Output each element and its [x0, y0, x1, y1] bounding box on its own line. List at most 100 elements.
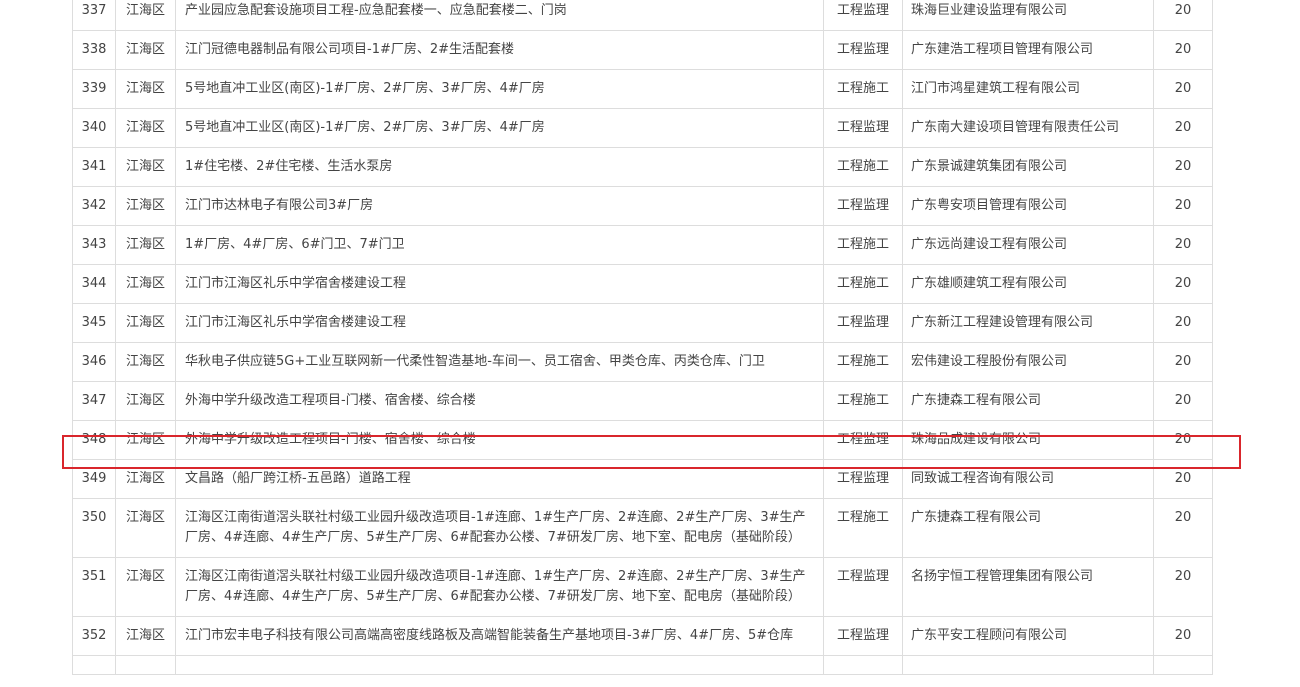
table-row: 352 江海区 江门市宏丰电子科技有限公司高端高密度线路板及高端智能装备生产基地…: [72, 616, 1213, 656]
project-type-cell: 工程监理: [823, 30, 903, 70]
table-row: 340 江海区 5号地直冲工业区(南区)-1#厂房、2#厂房、3#厂房、4#厂房…: [72, 108, 1213, 148]
row-number-cell: 348: [72, 420, 116, 460]
table-row: 348 江海区 外海中学升级改造工程项目-门楼、宿舍楼、综合楼 工程监理 珠海品…: [72, 420, 1213, 460]
project-type-cell: 工程施工: [823, 498, 903, 558]
project-name-cell: 华秋电子供应链5G+工业互联网新一代柔性智造基地-车间一、员工宿舍、甲类仓库、丙…: [175, 342, 824, 382]
project-type-cell: 工程施工: [823, 147, 903, 187]
company-cell: 珠海巨业建设监理有限公司: [902, 0, 1154, 31]
table-row: [72, 655, 1213, 675]
table-row: 341 江海区 1#住宅楼、2#住宅楼、生活水泵房 工程施工 广东景诚建筑集团有…: [72, 147, 1213, 187]
district-cell: 江海区: [115, 420, 176, 460]
row-number-cell: 352: [72, 616, 116, 656]
district-cell: 江海区: [115, 342, 176, 382]
project-name-cell: 江门冠德电器制品有限公司项目-1#厂房、2#生活配套楼: [175, 30, 824, 70]
company-cell: 江门市鸿星建筑工程有限公司: [902, 69, 1154, 109]
score-cell: 20: [1153, 147, 1213, 187]
company-cell: 广东景诚建筑集团有限公司: [902, 147, 1154, 187]
row-number-cell: 340: [72, 108, 116, 148]
project-type-cell: 工程施工: [823, 69, 903, 109]
row-number-cell: 342: [72, 186, 116, 226]
score-cell: 20: [1153, 420, 1213, 460]
project-name-cell: 江门市宏丰电子科技有限公司高端高密度线路板及高端智能装备生产基地项目-3#厂房、…: [175, 616, 824, 656]
score-cell: 20: [1153, 264, 1213, 304]
table-row: 350 江海区 江海区江南街道滘头联社村级工业园升级改造项目-1#连廊、1#生产…: [72, 498, 1213, 558]
district-cell: 江海区: [115, 498, 176, 558]
score-cell: 20: [1153, 557, 1213, 617]
results-table: 337 江海区 产业园应急配套设施项目工程-应急配套楼一、应急配套楼二、门岗 工…: [72, 0, 1213, 675]
project-type-cell: 工程施工: [823, 264, 903, 304]
score-cell: 20: [1153, 498, 1213, 558]
row-number-cell: 339: [72, 69, 116, 109]
row-number-cell: 349: [72, 459, 116, 499]
table-row: 344 江海区 江门市江海区礼乐中学宿舍楼建设工程 工程施工 广东雄顺建筑工程有…: [72, 264, 1213, 304]
score-cell: 20: [1153, 459, 1213, 499]
company-cell: 广东远尚建设工程有限公司: [902, 225, 1154, 265]
district-cell: 江海区: [115, 225, 176, 265]
table-row: 346 江海区 华秋电子供应链5G+工业互联网新一代柔性智造基地-车间一、员工宿…: [72, 342, 1213, 382]
project-type-cell: 工程施工: [823, 225, 903, 265]
score-cell: 20: [1153, 381, 1213, 421]
district-cell: 江海区: [115, 186, 176, 226]
district-cell: 江海区: [115, 69, 176, 109]
district-cell: 江海区: [115, 0, 176, 31]
district-cell: 江海区: [115, 147, 176, 187]
district-cell: 江海区: [115, 303, 176, 343]
project-name-cell: 江海区江南街道滘头联社村级工业园升级改造项目-1#连廊、1#生产厂房、2#连廊、…: [175, 557, 824, 617]
project-type-cell: 工程施工: [823, 381, 903, 421]
row-number-cell: 346: [72, 342, 116, 382]
district-cell: [115, 655, 176, 675]
company-cell: 广东粤安项目管理有限公司: [902, 186, 1154, 226]
project-name-cell: 外海中学升级改造工程项目-门楼、宿舍楼、综合楼: [175, 420, 824, 460]
row-number-cell: 350: [72, 498, 116, 558]
score-cell: 20: [1153, 108, 1213, 148]
project-name-cell: 1#住宅楼、2#住宅楼、生活水泵房: [175, 147, 824, 187]
company-cell: 广东平安工程顾问有限公司: [902, 616, 1154, 656]
company-cell: 同致诚工程咨询有限公司: [902, 459, 1154, 499]
company-cell: [902, 655, 1154, 675]
table-body: 337 江海区 产业园应急配套设施项目工程-应急配套楼一、应急配套楼二、门岗 工…: [72, 0, 1213, 675]
table-row: 347 江海区 外海中学升级改造工程项目-门楼、宿舍楼、综合楼 工程施工 广东捷…: [72, 381, 1213, 421]
district-cell: 江海区: [115, 557, 176, 617]
company-cell: 名扬宇恒工程管理集团有限公司: [902, 557, 1154, 617]
score-cell: [1153, 655, 1213, 675]
project-type-cell: 工程监理: [823, 186, 903, 226]
project-type-cell: 工程监理: [823, 616, 903, 656]
project-name-cell: 产业园应急配套设施项目工程-应急配套楼一、应急配套楼二、门岗: [175, 0, 824, 31]
row-number-cell: 351: [72, 557, 116, 617]
row-number-cell: 337: [72, 0, 116, 31]
project-name-cell: 江海区江南街道滘头联社村级工业园升级改造项目-1#连廊、1#生产厂房、2#连廊、…: [175, 498, 824, 558]
district-cell: 江海区: [115, 381, 176, 421]
project-type-cell: 工程监理: [823, 0, 903, 31]
company-cell: 广东捷森工程有限公司: [902, 381, 1154, 421]
district-cell: 江海区: [115, 616, 176, 656]
row-number-cell: 341: [72, 147, 116, 187]
score-cell: 20: [1153, 30, 1213, 70]
company-cell: 珠海品成建设有限公司: [902, 420, 1154, 460]
results-table-container: 337 江海区 产业园应急配套设施项目工程-应急配套楼一、应急配套楼二、门岗 工…: [72, 0, 1213, 675]
score-cell: 20: [1153, 303, 1213, 343]
table-row: 339 江海区 5号地直冲工业区(南区)-1#厂房、2#厂房、3#厂房、4#厂房…: [72, 69, 1213, 109]
row-number-cell: 347: [72, 381, 116, 421]
table-row: 345 江海区 江门市江海区礼乐中学宿舍楼建设工程 工程监理 广东新江工程建设管…: [72, 303, 1213, 343]
project-type-cell: 工程监理: [823, 459, 903, 499]
company-cell: 广东新江工程建设管理有限公司: [902, 303, 1154, 343]
project-type-cell: 工程监理: [823, 557, 903, 617]
project-name-cell: 江门市达林电子有限公司3#厂房: [175, 186, 824, 226]
district-cell: 江海区: [115, 108, 176, 148]
score-cell: 20: [1153, 69, 1213, 109]
score-cell: 20: [1153, 616, 1213, 656]
row-number-cell: 338: [72, 30, 116, 70]
company-cell: 广东捷森工程有限公司: [902, 498, 1154, 558]
row-number-cell: [72, 655, 116, 675]
table-row: 349 江海区 文昌路（船厂跨江桥-五邑路）道路工程 工程监理 同致诚工程咨询有…: [72, 459, 1213, 499]
project-name-cell: [175, 655, 824, 675]
row-number-cell: 343: [72, 225, 116, 265]
company-cell: 广东南大建设项目管理有限责任公司: [902, 108, 1154, 148]
table-row: 337 江海区 产业园应急配套设施项目工程-应急配套楼一、应急配套楼二、门岗 工…: [72, 0, 1213, 31]
project-name-cell: 5号地直冲工业区(南区)-1#厂房、2#厂房、3#厂房、4#厂房: [175, 108, 824, 148]
project-name-cell: 1#厂房、4#厂房、6#门卫、7#门卫: [175, 225, 824, 265]
score-cell: 20: [1153, 342, 1213, 382]
project-name-cell: 文昌路（船厂跨江桥-五邑路）道路工程: [175, 459, 824, 499]
row-number-cell: 345: [72, 303, 116, 343]
table-row: 342 江海区 江门市达林电子有限公司3#厂房 工程监理 广东粤安项目管理有限公…: [72, 186, 1213, 226]
